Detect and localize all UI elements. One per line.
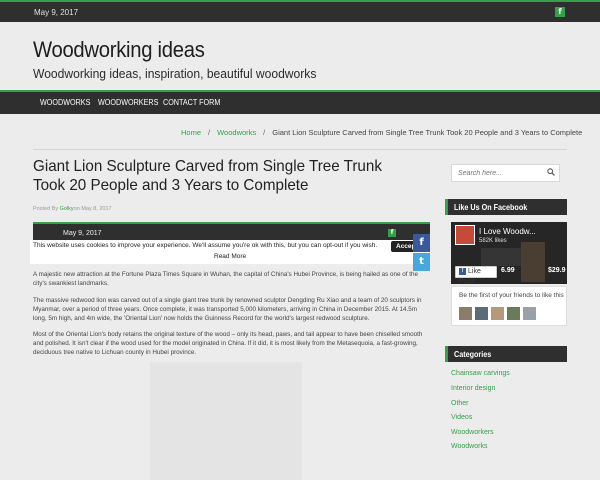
category-link[interactable]: Other — [451, 400, 469, 407]
post-paragraph: Most of the Oriental Lion's body retains… — [33, 331, 423, 356]
categories-heading: Categories — [445, 346, 567, 362]
breadcrumb-separator: / — [263, 128, 266, 137]
facebook-page-avatar — [455, 225, 475, 245]
friend-avatar[interactable] — [523, 307, 536, 320]
facebook-icon[interactable]: f — [388, 229, 396, 237]
post-meta: Posted By Golkyon May 8, 2017 — [33, 206, 112, 212]
divider — [33, 149, 567, 150]
category-link[interactable]: Chainsaw carvings — [451, 370, 510, 377]
post-image-placeholder — [150, 362, 302, 480]
facebook-friends-text: Be the first of your friends to like thi… — [459, 292, 564, 299]
facebook-icon[interactable]: f — [555, 7, 565, 17]
twitter-icon: t — [419, 256, 424, 267]
facebook-like-count: 582K likes — [479, 238, 507, 244]
share-twitter-button[interactable]: t — [413, 253, 430, 271]
post-date: on May 8, 2017 — [73, 206, 112, 212]
facebook-icon: f — [459, 267, 466, 275]
cover-price: 6.99 — [501, 267, 515, 274]
friend-avatar[interactable] — [507, 307, 520, 320]
embedded-top-bar: May 9, 2017 f — [33, 222, 430, 240]
friend-avatar[interactable] — [459, 307, 472, 320]
breadcrumb-current: Giant Lion Sculpture Carved from Single … — [272, 128, 583, 137]
cookie-banner: This website uses cookies to improve you… — [30, 240, 430, 264]
search-icon[interactable] — [547, 168, 555, 176]
post-title: Giant Lion Sculpture Carved from Single … — [33, 158, 382, 194]
cover-price: $29.9 — [548, 267, 566, 274]
post-author[interactable]: Golky — [60, 206, 74, 212]
share-facebook-button[interactable]: f — [413, 234, 430, 252]
main-nav: WOODWORKS WOODWORKERS CONTACT FORM — [0, 90, 600, 114]
facebook-page-name[interactable]: I Love Woodw... — [479, 227, 536, 236]
cover-photo-piece — [481, 248, 521, 266]
cover-photo-piece — [521, 242, 545, 282]
breadcrumb-separator: / — [208, 128, 211, 137]
breadcrumb-woodworks[interactable]: Woodworks — [217, 128, 256, 137]
embedded-date: May 9, 2017 — [63, 230, 102, 237]
category-link[interactable]: Woodworks — [451, 443, 487, 450]
post-paragraph: The massive redwood lion was carved out … — [33, 297, 422, 322]
facebook-widget-title: Like Us On Facebook — [454, 203, 528, 212]
search-input[interactable] — [452, 165, 542, 181]
categories-title: Categories — [454, 350, 492, 359]
search-box — [451, 164, 560, 182]
cookie-message: This website uses cookies to improve you… — [33, 242, 378, 249]
nav-item-woodworkers[interactable]: WOODWORKERS — [98, 98, 158, 107]
category-link[interactable]: Woodworkers — [451, 429, 494, 436]
site-description: Woodworking ideas, inspiration, beautifu… — [33, 66, 317, 81]
facebook-friends-box: Be the first of your friends to like thi… — [451, 286, 567, 326]
facebook-widget-heading: Like Us On Facebook — [445, 199, 567, 215]
cookie-read-more-link[interactable]: Read More — [214, 253, 246, 260]
facebook-like-page-button[interactable]: f Like Page — [455, 266, 497, 284]
post-paragraph: A majestic new attraction at the Fortune… — [33, 271, 419, 287]
breadcrumb-home[interactable]: Home — [181, 128, 201, 137]
nav-item-contact-form[interactable]: CONTACT FORM — [163, 98, 220, 107]
facebook-page-widget[interactable]: I Love Woodw... 582K likes f Like Page 6.… — [451, 222, 567, 284]
nav-item-woodworks[interactable]: WOODWORKS — [40, 98, 90, 107]
meta-prefix: Posted By — [33, 206, 59, 212]
friend-avatar[interactable] — [491, 307, 504, 320]
breadcrumb: Home / Woodworks / Giant Lion Sculpture Carv… — [181, 128, 582, 137]
category-link[interactable]: Interior design — [451, 385, 495, 392]
site-title[interactable]: Woodworking ideas — [33, 37, 205, 63]
friend-avatar[interactable] — [475, 307, 488, 320]
top-bar: May 9, 2017 f — [0, 0, 600, 22]
facebook-icon: f — [419, 237, 424, 248]
top-date: May 9, 2017 — [34, 8, 79, 17]
category-link[interactable]: Videos — [451, 414, 472, 421]
